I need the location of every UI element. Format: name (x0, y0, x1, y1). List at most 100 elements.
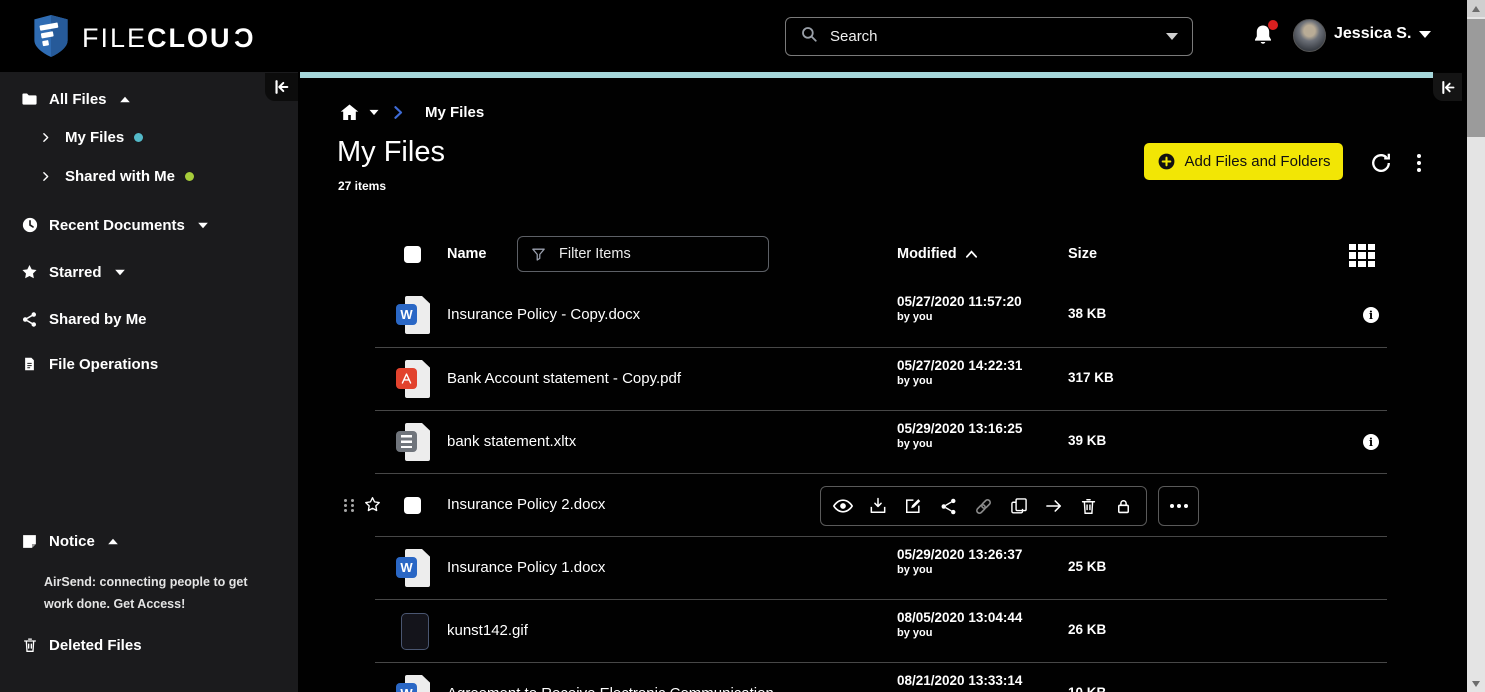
column-header-modified[interactable]: Modified (897, 246, 978, 262)
scroll-up-button[interactable] (1467, 0, 1485, 17)
caret-down-icon (198, 222, 208, 228)
funnel-icon (530, 246, 547, 263)
search-icon (800, 25, 818, 48)
edit-icon (903, 496, 923, 516)
file-name[interactable]: Bank Account statement - Copy.pdf (447, 370, 681, 387)
add-files-button[interactable]: Add Files and Folders (1144, 143, 1343, 180)
table-row[interactable]: bank statement.xltx 05/29/2020 13:16:25b… (375, 410, 1387, 473)
arrow-up-icon (1472, 6, 1480, 12)
file-size: 10 KB (1068, 685, 1106, 692)
share-button[interactable] (935, 493, 961, 519)
table-row-hovered[interactable]: Insurance Policy 2.docx (375, 473, 1387, 536)
collapse-sidebar-button[interactable] (265, 73, 298, 101)
scrollbar-thumb[interactable] (1467, 19, 1485, 137)
filecloud-logo: FILECLOUC (30, 12, 253, 65)
refresh-button[interactable] (1369, 151, 1393, 175)
table-row[interactable]: W Agreement to Receive Electronic Commun… (375, 662, 1387, 692)
grid-icon (1349, 244, 1356, 250)
file-name[interactable]: kunst142.gif (447, 622, 528, 639)
move-button[interactable] (1041, 493, 1067, 519)
notifications-bell-icon[interactable] (1251, 22, 1277, 50)
delete-button[interactable] (1076, 493, 1102, 519)
breadcrumb-home-button[interactable] (338, 102, 380, 123)
breadcrumb-chevron-icon (389, 104, 406, 121)
collapse-panel-button[interactable] (1433, 73, 1462, 101)
modified-date: 08/05/2020 13:04:44 (897, 610, 1022, 625)
modified-date: 05/29/2020 13:16:25 (897, 421, 1022, 436)
star-button[interactable] (363, 495, 382, 519)
file-name[interactable]: Insurance Policy 1.docx (447, 559, 605, 576)
user-menu[interactable]: Jessica S. (1334, 25, 1431, 43)
share-icon (939, 497, 958, 516)
refresh-icon (1369, 151, 1393, 175)
caret-down-icon (115, 269, 125, 275)
file-name[interactable]: bank statement.xltx (447, 433, 576, 450)
avatar[interactable] (1293, 19, 1326, 52)
search-scope-caret-icon[interactable] (1166, 33, 1178, 40)
file-size: 25 KB (1068, 559, 1106, 574)
breadcrumb-current[interactable]: My Files (425, 104, 484, 121)
file-size: 317 KB (1068, 370, 1114, 385)
page-title: My Files (337, 136, 445, 169)
lock-button[interactable] (1111, 493, 1137, 519)
modified-date: 05/27/2020 14:22:31 (897, 358, 1022, 373)
sidebar-item-notice[interactable]: Notice (0, 529, 119, 553)
drag-handle[interactable] (344, 499, 357, 514)
grid-view-button[interactable] (1349, 244, 1375, 267)
modified-date: 08/21/2020 13:33:14 (897, 673, 1022, 688)
table-row[interactable]: W Insurance Policy 1.docx 05/29/2020 13:… (375, 536, 1387, 599)
status-dot-teal (134, 133, 143, 142)
sidebar-item-deleted-files[interactable]: Deleted Files (0, 633, 142, 657)
caret-down-icon (1419, 31, 1431, 38)
table-row[interactable]: W Insurance Policy - Copy.docx 05/27/202… (375, 284, 1387, 347)
main-panel: My Files My Files 27 items Add Files and… (298, 72, 1467, 692)
page-scrollbar[interactable] (1467, 0, 1485, 692)
preview-button[interactable] (830, 493, 856, 519)
filter-field[interactable] (517, 236, 769, 272)
file-type-icon-pdf (396, 359, 432, 399)
file-name[interactable]: Agreement to Receive Electronic Communic… (447, 685, 774, 692)
modified-by: by you (897, 564, 1022, 576)
sidebar-item-shared-by-me[interactable]: Shared by Me (0, 307, 147, 331)
search-input[interactable] (830, 28, 1154, 45)
modified-by: by you (897, 375, 1022, 387)
file-icon (20, 355, 39, 373)
sidebar-item-shared-with-me[interactable]: Shared with Me (0, 164, 194, 188)
chevron-right-icon (36, 131, 55, 144)
scroll-down-button[interactable] (1467, 675, 1485, 692)
sidebar-item-my-files[interactable]: My Files (0, 125, 143, 149)
ellipsis-icon (1170, 504, 1174, 508)
copy-button[interactable] (1006, 493, 1032, 519)
sidebar-item-recent-documents[interactable]: Recent Documents (0, 213, 209, 237)
star-icon (20, 263, 39, 281)
more-actions-button[interactable] (1158, 486, 1199, 526)
file-table: Name Modified Size W Insurance Policy - … (375, 226, 1387, 692)
file-size: 26 KB (1068, 622, 1106, 637)
file-type-icon-docx: W (396, 295, 432, 335)
more-options-button[interactable] (1410, 151, 1428, 175)
column-header-size[interactable]: Size (1068, 246, 1097, 262)
info-button[interactable]: i (1363, 307, 1379, 323)
caret-up-icon (120, 96, 130, 102)
sidebar-item-all-files[interactable]: All Files (0, 87, 131, 111)
file-name[interactable]: Insurance Policy - Copy.docx (447, 306, 640, 323)
edit-button[interactable] (900, 493, 926, 519)
search-bar[interactable] (785, 17, 1193, 56)
sidebar-item-file-operations[interactable]: File Operations (0, 352, 158, 376)
table-header: Name Modified Size (375, 226, 1387, 284)
sidebar-item-starred[interactable]: Starred (0, 260, 126, 284)
row-checkbox[interactable] (404, 497, 421, 514)
file-name[interactable]: Insurance Policy 2.docx (447, 496, 605, 513)
link-button[interactable] (970, 493, 996, 519)
filter-input[interactable] (559, 246, 756, 262)
file-type-icon-docx: W (396, 548, 432, 588)
select-all-checkbox[interactable] (404, 246, 421, 263)
table-row[interactable]: kunst142.gif 08/05/2020 13:04:44by you 2… (375, 599, 1387, 662)
caret-down-icon (370, 110, 379, 115)
column-header-name[interactable]: Name (447, 246, 487, 262)
download-button[interactable] (865, 493, 891, 519)
info-button[interactable]: i (1363, 434, 1379, 450)
clock-icon (20, 216, 39, 234)
table-row[interactable]: Bank Account statement - Copy.pdf 05/27/… (375, 347, 1387, 410)
download-icon (868, 496, 888, 516)
